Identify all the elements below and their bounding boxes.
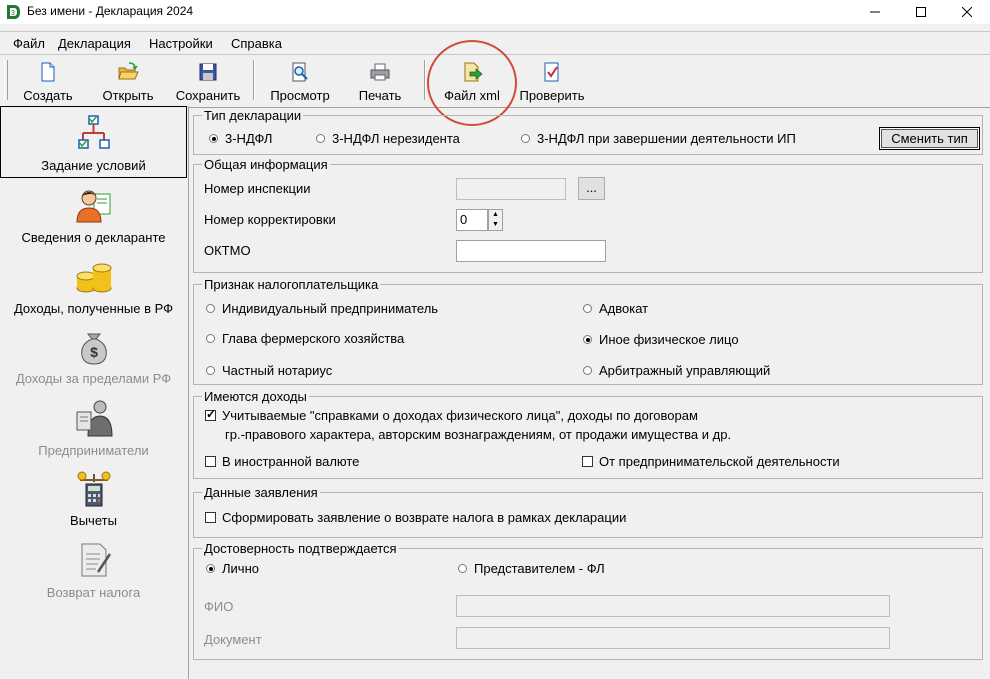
minimize-icon: [870, 11, 880, 13]
radio-representative[interactable]: [458, 564, 467, 573]
printer-icon: [370, 63, 390, 81]
oktmo-label: ОКТМО: [204, 243, 251, 258]
menu-help[interactable]: Справка: [231, 36, 282, 51]
reference-income-label-line1: Учитываемые "справками о доходах физичес…: [222, 408, 698, 423]
radio-3ndfl-nonresident[interactable]: [316, 134, 325, 143]
toolbar-grip[interactable]: [4, 60, 8, 100]
radio-3ndfl-label: 3-НДФЛ: [225, 131, 273, 146]
person-icon: [75, 190, 110, 223]
floppy-disk-icon: [199, 63, 217, 81]
checkbox-form-refund-statement[interactable]: [205, 512, 216, 523]
sidebar-item-entrepreneurs[interactable]: Предприниматели: [0, 398, 187, 462]
correction-label: Номер корректировки: [204, 212, 336, 227]
annotation-circle: [427, 40, 517, 126]
businessman-icon: [76, 400, 113, 437]
radio-private-notary[interactable]: [206, 366, 215, 375]
flowchart-icon: [77, 115, 110, 149]
reference-income-label-line2: гр.-правового характера, авторским возна…: [225, 427, 732, 442]
toolbar-separator: [253, 60, 255, 100]
preview-icon: [292, 62, 308, 82]
svg-text:$: $: [90, 344, 98, 360]
radio-other-individual-label: Иное физическое лицо: [599, 332, 739, 347]
document-pen-icon: [81, 543, 111, 577]
maximize-icon: [916, 7, 926, 17]
radio-private-notary-label: Частный нотариус: [222, 363, 333, 378]
foreign-currency-label: В иностранной валюте: [222, 454, 360, 469]
stepper-down-icon[interactable]: ▼: [489, 220, 502, 230]
radio-arbitration-manager[interactable]: [583, 366, 592, 375]
coins-icon: [76, 263, 111, 293]
checkbox-foreign-currency[interactable]: [205, 456, 216, 467]
radio-3ndfl-ip-closure[interactable]: [521, 134, 530, 143]
inspection-input[interactable]: [456, 178, 566, 200]
money-bag-icon: $: [80, 333, 107, 365]
oktmo-input[interactable]: [456, 240, 606, 262]
maximize-button[interactable]: [898, 0, 944, 24]
radio-3ndfl-nonresident-label: 3-НДФЛ нерезидента: [332, 131, 460, 146]
title-bar: 3 Без имени - Декларация 2024: [0, 0, 990, 24]
radio-lawyer-label: Адвокат: [599, 301, 649, 316]
calculator-scales-icon: [77, 471, 110, 507]
sidebar: Задание условий Сведения о декларанте До…: [0, 106, 189, 679]
radio-farm-head[interactable]: [206, 334, 215, 343]
radio-farm-head-label: Глава фермерского хозяйства: [222, 331, 405, 346]
window-title: Без имени - Декларация 2024: [27, 4, 194, 18]
fio-input[interactable]: [456, 595, 890, 617]
create-button[interactable]: Создать: [14, 58, 82, 104]
correction-input[interactable]: 0: [456, 209, 488, 231]
menu-declaration[interactable]: Декларация: [58, 36, 131, 51]
app-icon: 3: [4, 3, 22, 21]
browse-inspection-button[interactable]: ...: [578, 177, 605, 200]
preview-button[interactable]: Просмотр: [264, 58, 336, 104]
radio-personal[interactable]: [206, 564, 215, 573]
business-income-label: От предпринимательской деятельности: [599, 454, 840, 469]
checkbox-reference-income[interactable]: [205, 407, 216, 421]
open-button[interactable]: Открыть: [94, 58, 162, 104]
close-button[interactable]: [944, 0, 990, 24]
sidebar-item-refund[interactable]: Возврат налога: [0, 540, 187, 604]
sidebar-item-income-abroad[interactable]: $ Доходы за пределами РФ: [0, 326, 187, 390]
sidebar-item-declarant[interactable]: Сведения о декларанте: [0, 184, 187, 248]
open-folder-icon: [118, 62, 139, 80]
sidebar-item-conditions[interactable]: Задание условий: [0, 106, 187, 178]
print-button[interactable]: Печать: [346, 58, 414, 104]
document-input[interactable]: [456, 627, 890, 649]
radio-personal-label: Лично: [222, 561, 259, 576]
document-label: Документ: [204, 632, 262, 647]
save-button[interactable]: Сохранить: [172, 58, 244, 104]
checkbox-business-income[interactable]: [582, 456, 593, 467]
radio-arbitration-manager-label: Арбитражный управляющий: [599, 363, 771, 378]
form-refund-statement-label: Сформировать заявление о возврате налога…: [222, 510, 627, 525]
radio-3ndfl[interactable]: [209, 134, 218, 143]
new-document-icon: [41, 62, 55, 82]
toolbar-separator: [424, 60, 426, 100]
close-icon: [962, 7, 972, 17]
sidebar-item-income-rf[interactable]: Доходы, полученные в РФ: [0, 256, 187, 320]
inspection-label: Номер инспекции: [204, 181, 311, 196]
stepper-up-icon[interactable]: ▲: [489, 210, 502, 220]
sidebar-item-deductions[interactable]: Вычеты: [0, 468, 187, 532]
menu-settings[interactable]: Настройки: [149, 36, 213, 51]
svg-text:3: 3: [11, 10, 15, 17]
check-button[interactable]: Проверить: [516, 58, 588, 104]
minimize-button[interactable]: [852, 0, 898, 24]
radio-lawyer[interactable]: [583, 304, 592, 313]
fio-label: ФИО: [204, 599, 234, 614]
checklist-icon: [544, 62, 559, 82]
change-type-button[interactable]: Сменить тип: [879, 127, 980, 150]
radio-3ndfl-ip-closure-label: 3-НДФЛ при завершении деятельности ИП: [537, 131, 796, 146]
correction-stepper[interactable]: ▲ ▼: [488, 209, 503, 231]
radio-individual-entrepreneur[interactable]: [206, 304, 215, 313]
menu-file[interactable]: Файл: [13, 36, 45, 51]
radio-representative-label: Представителем - ФЛ: [474, 561, 605, 576]
radio-other-individual[interactable]: [583, 335, 592, 344]
radio-individual-entrepreneur-label: Индивидуальный предприниматель: [222, 301, 439, 316]
